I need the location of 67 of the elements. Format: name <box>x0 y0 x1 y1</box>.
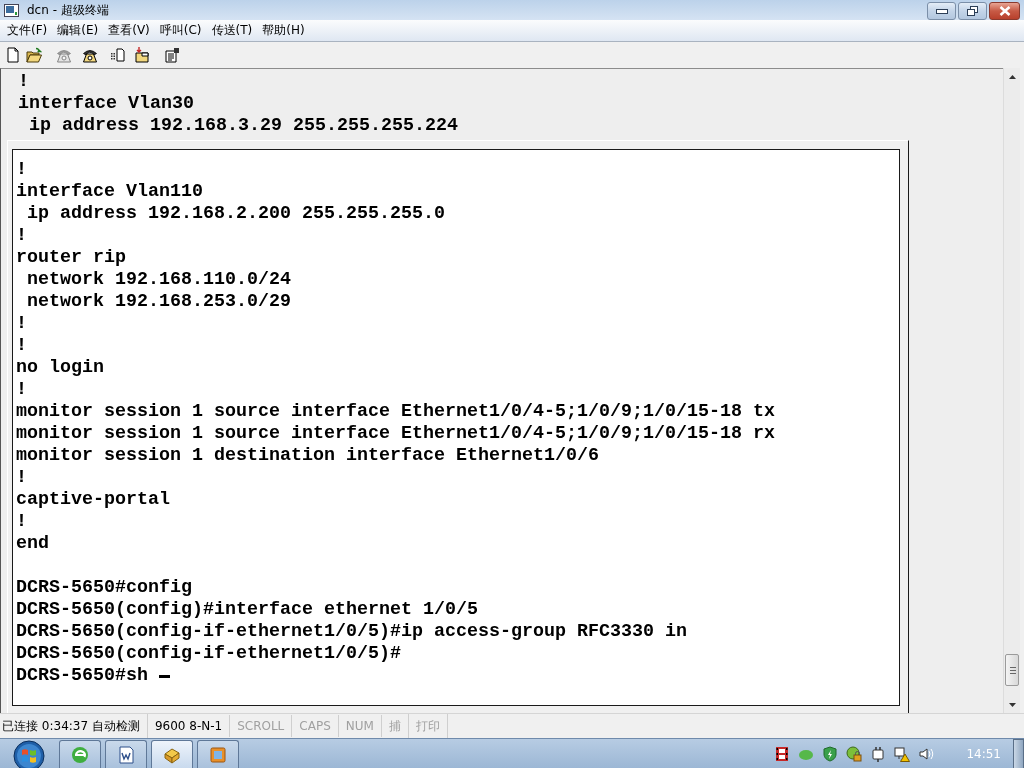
close-icon <box>998 6 1011 16</box>
terminal-line: network 192.168.253.0/29 <box>26 291 291 313</box>
terminal-line: DCRS-5650(config-if-ethernet1/0/5)#ip access-group RFC3330 in <box>16 621 687 643</box>
taskbar-button[interactable] <box>197 740 239 768</box>
shield-icon[interactable] <box>822 745 839 762</box>
plug-icon[interactable] <box>870 745 887 762</box>
scrollbar-thumb[interactable] <box>1005 654 1019 686</box>
taskbar-button[interactable] <box>59 740 101 768</box>
terminal-line: DCRS-5650(config)#interface ethernet 1/0/5 <box>16 599 478 621</box>
open-folder-icon[interactable] <box>26 47 42 63</box>
network-warning-icon[interactable] <box>894 745 911 762</box>
terminal-line: ! <box>16 159 27 181</box>
browser-globe-icon <box>70 744 90 765</box>
menu-item[interactable]: 编辑(E) <box>57 22 99 39</box>
terminal-line: DCRS-5650#config <box>16 577 192 599</box>
telephone-icon[interactable] <box>82 47 98 63</box>
terminal-line: ip address 192.168.2.200 255.255.255.0 <box>26 203 445 225</box>
terminal-line: ! <box>16 225 27 247</box>
terminal-line: end <box>16 533 49 555</box>
window-icon <box>208 744 228 765</box>
terminal-line: ! <box>16 467 27 489</box>
terminal-line: monitor session 1 source interface Ethernet1/0/4-5;1/0/9;1/0/15-18 tx <box>16 401 775 423</box>
up-arrow-icon <box>1008 74 1016 79</box>
document-icon <box>116 744 136 765</box>
blank-page-icon[interactable] <box>5 47 21 63</box>
menu-item[interactable]: 查看(V) <box>108 22 150 39</box>
folder-arrow-icon[interactable] <box>134 47 150 63</box>
dotted-page-icon[interactable] <box>110 47 126 63</box>
film-strip-icon[interactable] <box>774 745 791 762</box>
minimize-button[interactable] <box>927 2 956 20</box>
status-field: NUM <box>338 715 382 737</box>
status-field: CAPS <box>292 715 339 737</box>
terminal-line: interface Vlan30 <box>18 93 194 115</box>
globe-lock-icon[interactable] <box>846 745 863 762</box>
show-desktop-button[interactable] <box>1013 738 1024 768</box>
terminal-line: DCRS-5650(config-if-ethernet1/0/5)# <box>16 643 401 665</box>
minimize-icon <box>935 8 948 14</box>
terminal-line: network 192.168.110.0/24 <box>26 269 291 291</box>
terminal-line: captive-portal <box>16 489 170 511</box>
terminal-window-icon <box>4 3 19 17</box>
taskbar-button[interactable] <box>105 740 147 768</box>
restore-icon <box>967 6 978 16</box>
menu-item[interactable]: 文件(F) <box>7 22 48 39</box>
terminal-line: interface Vlan110 <box>16 181 203 203</box>
status-field: SCROLL <box>230 715 293 737</box>
terminal-line: DCRS-5650#sh <box>16 665 149 687</box>
terminal-line: router rip <box>16 247 126 269</box>
terminal-line: ip address 192.168.3.29 255.255.255.224 <box>28 115 458 137</box>
terminal-line: ! <box>16 511 27 533</box>
status-field: 9600 8-N-1 <box>147 715 231 737</box>
terminal-line: ! <box>16 313 27 335</box>
terminal-line: ! <box>16 379 27 401</box>
menu-item[interactable]: 帮助(H) <box>262 22 305 39</box>
taskbar-button[interactable] <box>151 740 193 768</box>
window-title: dcn - 超级终端 <box>27 1 109 19</box>
down-arrow-icon <box>1008 702 1016 707</box>
menu-item[interactable]: 传送(T) <box>211 22 253 39</box>
close-button[interactable] <box>989 2 1020 20</box>
terminal-line: monitor session 1 source interface Ethernet1/0/4-5;1/0/9;1/0/15-18 rx <box>16 423 775 445</box>
terminal-line: ! <box>18 71 29 93</box>
terminal-line: no login <box>16 357 104 379</box>
terminal-line: monitor session 1 destination interface Ethernet1/0/6 <box>16 445 599 467</box>
speaker-icon[interactable] <box>918 745 935 762</box>
restore-button[interactable] <box>958 2 987 20</box>
properties-page-icon[interactable] <box>164 47 180 63</box>
terminal-line: ! <box>16 335 27 357</box>
menu-item[interactable]: 呼叫(C) <box>159 22 202 39</box>
